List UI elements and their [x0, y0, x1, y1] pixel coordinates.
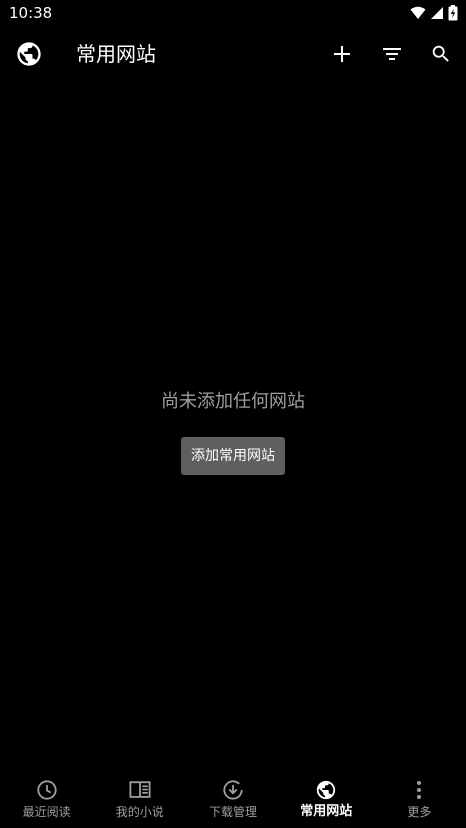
add-website-button[interactable]: 添加常用网站 [181, 437, 285, 475]
status-bar: 10:38 [0, 0, 466, 26]
add-button[interactable] [328, 40, 356, 68]
more-vert-icon [408, 779, 430, 801]
nav-label-my-novels: 我的小说 [115, 805, 164, 819]
filter-icon [383, 48, 401, 60]
search-button[interactable] [427, 40, 455, 68]
bottom-nav: 最近阅读 我的小说 下载管理 常用网站 更多 [0, 770, 466, 828]
status-time: 10:38 [9, 4, 53, 22]
page-title: 常用网站 [76, 42, 156, 66]
wifi-icon [410, 6, 426, 19]
nav-item-recent[interactable]: 最近阅读 [0, 770, 93, 828]
clock-icon [36, 779, 58, 801]
nav-item-downloads[interactable]: 下载管理 [186, 770, 279, 828]
nav-item-websites[interactable]: 常用网站 [280, 770, 373, 828]
signal-icon [431, 7, 443, 19]
nav-label-recent: 最近阅读 [22, 805, 71, 819]
filter-button[interactable] [378, 40, 406, 68]
battery-icon [448, 5, 458, 21]
nav-label-downloads: 下载管理 [209, 805, 258, 819]
nav-item-more[interactable]: 更多 [373, 770, 466, 828]
download-icon [222, 779, 244, 801]
globe-icon[interactable] [15, 40, 43, 68]
globe-icon [315, 779, 337, 801]
search-icon [432, 45, 449, 62]
empty-state-message: 尚未添加任何网站 [161, 391, 305, 412]
app-toolbar: 常用网站 [0, 26, 466, 82]
nav-item-my-novels[interactable]: 我的小说 [93, 770, 186, 828]
book-icon [129, 779, 151, 801]
nav-label-websites: 常用网站 [300, 804, 353, 819]
nav-label-more: 更多 [407, 805, 432, 819]
status-icons [410, 4, 458, 22]
add-icon [334, 46, 350, 62]
